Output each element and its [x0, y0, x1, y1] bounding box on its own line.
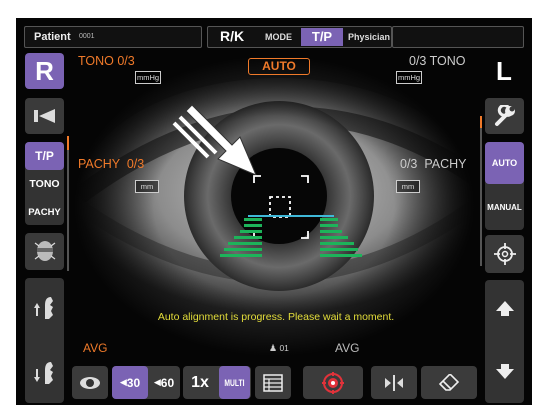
main-screen: Patient 0001 R/K MODE T/P Physician R L …	[16, 18, 532, 405]
avg-left-label: AVG	[83, 341, 108, 355]
tp-button[interactable]: T/P	[25, 142, 64, 170]
chinrest-button[interactable]	[25, 98, 64, 134]
physician-field[interactable]	[392, 26, 524, 48]
right-eye-label: R	[35, 55, 54, 86]
arrow-left-icon: ◀	[119, 377, 127, 387]
measure-button[interactable]	[303, 366, 363, 399]
multi-shot-button[interactable]: MULTI	[219, 366, 250, 399]
chinrest-icon	[33, 109, 55, 123]
interval-30-button[interactable]: ◀ 30	[112, 366, 148, 399]
split-arrows-icon	[385, 374, 403, 391]
eraser-icon	[438, 373, 460, 391]
eye-icon	[80, 376, 100, 389]
status-message: Auto alignment is progress. Please wait …	[157, 311, 395, 323]
tono-left-unit: mmHg	[135, 71, 161, 84]
rk-mode-button[interactable]: R/K	[220, 28, 244, 44]
left-scroll-indicator	[67, 136, 69, 271]
pachy-right-unit: mm	[396, 180, 420, 193]
up-arrow-icon	[495, 301, 514, 316]
single-shot-button[interactable]: 1x	[183, 366, 217, 399]
mode-bar: R/K MODE T/P Physician	[207, 26, 392, 48]
down-arrow-icon	[495, 364, 514, 379]
patient-label: Patient	[34, 31, 71, 43]
report-button[interactable]	[255, 366, 291, 399]
chin-up-button[interactable]	[25, 283, 64, 333]
mode-label: MODE	[265, 32, 292, 42]
patient-id: 0001	[79, 33, 95, 40]
crosshair-icon	[493, 243, 516, 265]
target-button[interactable]	[485, 235, 524, 273]
table-down-button[interactable]	[485, 350, 524, 394]
interval-30-label: 30	[126, 375, 141, 390]
move-direction-arrow	[172, 104, 257, 176]
settings-button[interactable]	[485, 98, 524, 134]
right-eye-button[interactable]: R	[25, 53, 64, 89]
pachy-left-unit: mm	[135, 180, 159, 193]
single-shot-label: 1x	[191, 373, 209, 391]
tono-right-count: 0/3 TONO	[409, 54, 466, 68]
chin-up-icon	[33, 297, 53, 319]
chin-down-icon	[33, 362, 53, 384]
tono-label: TONO	[29, 178, 60, 190]
interval-60-button[interactable]: ◀ 60	[148, 366, 180, 399]
auto-badge: AUTO	[248, 58, 310, 75]
erase-button[interactable]	[421, 366, 477, 399]
pachy-left-count: PACHY 0/3	[78, 157, 145, 171]
right-scroll-indicator	[480, 116, 482, 266]
table-icon	[263, 373, 283, 392]
left-scroll-thumb	[67, 136, 69, 150]
patient-field[interactable]: Patient 0001	[24, 26, 202, 48]
tono-button[interactable]: TONO	[25, 171, 64, 197]
manual-button[interactable]: MANUAL	[485, 186, 524, 228]
manual-label: MANUAL	[487, 202, 522, 212]
wrench-icon	[494, 105, 515, 126]
physician-label: Physician	[348, 32, 391, 42]
tono-left-count: TONO 0/3	[78, 54, 135, 68]
pachy-button[interactable]: PACHY	[25, 199, 64, 225]
right-scroll-thumb	[480, 116, 482, 128]
face-icon	[34, 240, 55, 261]
patient-face-button[interactable]	[25, 233, 64, 270]
avg-right-label: AVG	[335, 341, 360, 355]
alignment-overlay	[172, 104, 362, 257]
person-icon: ♟	[269, 343, 278, 353]
target-icon	[322, 371, 344, 394]
table-up-button[interactable]	[485, 286, 524, 330]
left-eye-label: L	[496, 55, 512, 86]
arrow-left-icon: ◀	[153, 377, 161, 387]
tp-label: T/P	[35, 149, 54, 163]
focus-bars-left	[220, 218, 262, 257]
auto-label: AUTO	[491, 158, 518, 168]
left-eye-button[interactable]: L	[484, 53, 524, 89]
measure-counter: ♟ 01	[269, 343, 289, 354]
chin-down-button[interactable]	[25, 348, 64, 398]
split-button[interactable]	[371, 366, 417, 399]
tono-right-unit: mmHg	[396, 71, 422, 84]
auto-button[interactable]: AUTO	[485, 142, 524, 184]
eye-view-button[interactable]	[72, 366, 108, 399]
pachy-right-count: 0/3 PACHY	[400, 157, 467, 171]
focus-bars-right	[320, 218, 362, 257]
pachy-label: PACHY	[28, 206, 61, 218]
measure-counter-value: 01	[279, 343, 289, 353]
tp-mode-button[interactable]: T/P	[301, 28, 343, 46]
interval-60-label: 60	[160, 375, 175, 390]
focus-reticle	[253, 175, 309, 239]
multi-shot-label: MULTI	[224, 377, 245, 388]
